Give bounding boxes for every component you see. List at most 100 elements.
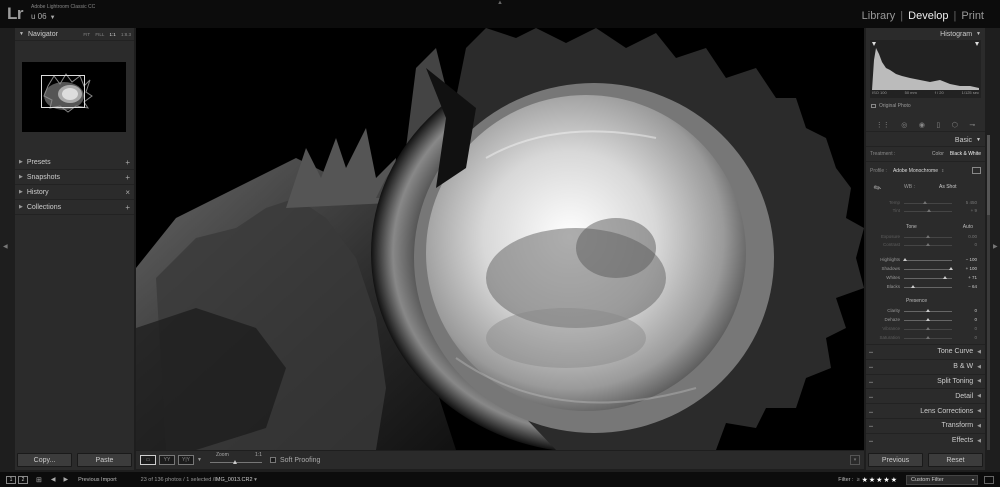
split-toning-panel[interactable]: ▬ Split Toning ◀ (866, 373, 985, 389)
before-after-lr-icon[interactable]: YY (159, 455, 175, 465)
snapshots-panel[interactable]: ▶ Snapshots + (15, 170, 134, 185)
paste-button[interactable]: Paste (77, 453, 132, 467)
profile-browser-icon[interactable] (972, 167, 981, 174)
treatment-color[interactable]: Color (932, 151, 944, 157)
histogram-header[interactable]: Histogram ▼ (866, 28, 985, 40)
before-after-icon[interactable]: Y|Y (178, 455, 194, 465)
rating-operator[interactable]: ≥ (857, 477, 860, 483)
slider-track[interactable] (904, 260, 952, 261)
rating-stars[interactable]: ★★★★★ (862, 476, 898, 484)
previous-button[interactable]: Previous (868, 453, 923, 467)
panel-toggle-icon[interactable]: ▬ (869, 409, 873, 414)
spot-removal-icon[interactable]: ◎ (901, 121, 907, 129)
navigator-header[interactable]: ▼ Navigator FIT FILL 1:1 1:8.3 (15, 28, 134, 41)
slider-knob[interactable] (926, 318, 930, 321)
forward-arrow-icon[interactable]: ▶ (64, 476, 69, 483)
crop-icon[interactable]: ⋮⋮ (876, 121, 890, 129)
top-panel-toggle-icon[interactable]: ▲ (497, 0, 503, 6)
slider-knob[interactable] (926, 235, 930, 238)
main-image-view[interactable] (136, 28, 864, 450)
lens-corrections-panel[interactable]: ▬ Lens Corrections ◀ (866, 403, 985, 418)
right-panel-scrollbar[interactable] (987, 135, 990, 450)
back-arrow-icon[interactable]: ◀ (51, 476, 56, 483)
slider-track[interactable] (904, 269, 952, 270)
transform-panel[interactable]: ▬ Transform ◀ (866, 417, 985, 433)
slider-knob[interactable] (910, 285, 915, 288)
tone-curve-panel[interactable]: ▬ Tone Curve ◀ (866, 344, 985, 359)
filter-lock-icon[interactable] (984, 475, 994, 484)
panel-toggle-icon[interactable]: ▬ (869, 379, 873, 384)
screen-1-button[interactable]: 1 (6, 475, 16, 484)
slider-knob[interactable] (926, 309, 930, 312)
effects-panel[interactable]: ▬ Effects ◀ (866, 432, 985, 448)
left-panel-toggle-icon[interactable]: ◀ (3, 243, 8, 250)
eyedropper-icon[interactable]: ✎ (872, 182, 884, 195)
slider-value[interactable]: 0.00 (957, 234, 977, 239)
collections-panel[interactable]: ▶ Collections + (15, 200, 134, 215)
presets-panel[interactable]: ▶ Presets + (15, 155, 134, 170)
detail-panel[interactable]: ▬ Detail ◀ (866, 388, 985, 403)
profile-select[interactable]: Adobe Monochrome (893, 168, 938, 174)
scrollbar-thumb[interactable] (987, 135, 990, 215)
zoom-custom[interactable]: 1:8.3 (121, 32, 131, 37)
grid-view-icon[interactable]: ⊞ (36, 476, 42, 484)
navigator-viewport-rect[interactable] (41, 75, 85, 108)
soft-proofing-checkbox[interactable] (269, 457, 276, 463)
custom-filter-select[interactable]: Custom Filter ▾ (906, 474, 978, 485)
module-print[interactable]: Print (957, 10, 988, 22)
slider-value[interactable]: + 71 (957, 275, 977, 280)
radial-filter-icon[interactable]: ⬡ (952, 121, 958, 129)
add-preset-icon[interactable]: + (125, 158, 130, 167)
slider-knob[interactable] (902, 258, 907, 261)
red-eye-icon[interactable]: ◉ (919, 121, 925, 129)
identity-plate[interactable]: u 06 ▼ (31, 12, 56, 21)
slider-value[interactable]: 0 (957, 308, 977, 313)
module-develop[interactable]: Develop (904, 10, 952, 22)
panel-toggle-icon[interactable]: ▬ (869, 438, 873, 443)
module-library[interactable]: Library (858, 10, 900, 22)
slider-knob[interactable] (923, 201, 928, 204)
clear-history-icon[interactable]: × (125, 188, 130, 197)
screen-2-button[interactable]: 2 (18, 475, 28, 484)
zoom-1-1[interactable]: 1:1 (109, 32, 115, 37)
current-filename[interactable]: IMG_0013.CR2 (214, 477, 252, 483)
slider-knob[interactable] (926, 336, 930, 339)
reset-button[interactable]: Reset (928, 453, 983, 467)
navigator-preview[interactable] (22, 62, 126, 132)
slider-value[interactable]: + 9 (957, 208, 977, 213)
panel-toggle-icon[interactable]: ▬ (869, 364, 873, 369)
adjustment-brush-icon[interactable]: ⊸ (969, 121, 975, 129)
toolbar-menu-icon[interactable]: ▾ (850, 455, 860, 465)
graduated-filter-icon[interactable]: ▯ (936, 121, 940, 129)
slider-knob[interactable] (926, 209, 931, 212)
source-label[interactable]: Previous Import (78, 477, 117, 483)
add-collection-icon[interactable]: + (125, 203, 130, 212)
history-panel[interactable]: ▶ History × (15, 185, 134, 200)
slider-value[interactable]: + 100 (957, 266, 977, 271)
tone-auto-button[interactable]: Auto (963, 224, 973, 230)
panel-toggle-icon[interactable]: ▬ (869, 423, 873, 428)
slider-value[interactable]: 0 (957, 242, 977, 247)
slider-value[interactable]: − 100 (957, 257, 977, 262)
slider-value[interactable]: 0 (957, 326, 977, 331)
zoom-fit[interactable]: FIT (83, 32, 90, 37)
treatment-black-white[interactable]: Black & White (950, 151, 981, 157)
zoom-fill[interactable]: FILL (95, 32, 104, 37)
slider-knob[interactable] (949, 267, 954, 270)
slider-track[interactable] (904, 203, 952, 204)
chevron-down-icon[interactable]: ▼ (197, 457, 202, 463)
add-snapshot-icon[interactable]: + (125, 173, 130, 182)
panel-toggle-icon[interactable]: ▬ (869, 394, 873, 399)
slider-value[interactable]: − 64 (957, 284, 977, 289)
bw-panel[interactable]: ▬ B & W ◀ (866, 358, 985, 374)
loupe-view-icon[interactable]: ▭ (140, 455, 156, 465)
slider-value[interactable]: 0 (957, 317, 977, 322)
slider-value[interactable]: 5 450 (957, 200, 977, 205)
slider-knob[interactable] (926, 243, 930, 246)
slider-knob[interactable] (942, 276, 947, 279)
basic-header[interactable]: Basic ▼ (866, 134, 985, 147)
slider-value[interactable]: 0 (957, 335, 977, 340)
wb-select[interactable]: As Shot (939, 184, 957, 190)
panel-toggle-icon[interactable]: ▬ (869, 349, 873, 354)
slider-knob[interactable] (926, 327, 930, 330)
